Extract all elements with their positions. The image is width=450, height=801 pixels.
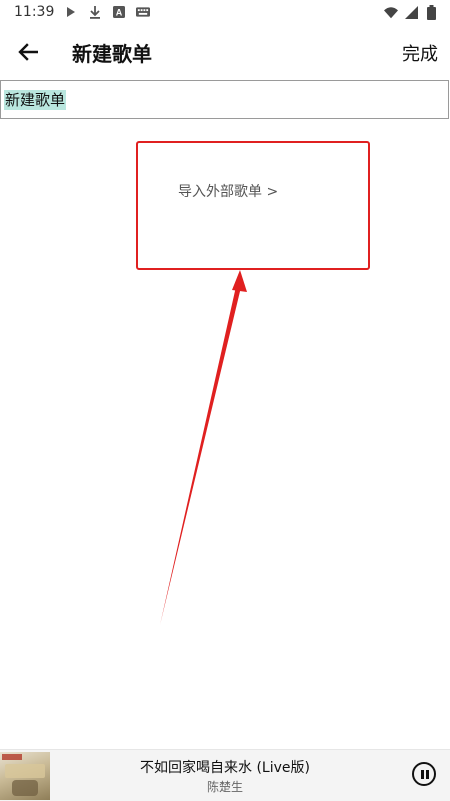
status-left-icons: A: [64, 5, 150, 19]
svg-text:A: A: [116, 8, 123, 18]
wifi-icon: [384, 5, 398, 19]
done-button[interactable]: 完成: [402, 40, 438, 66]
back-button[interactable]: [14, 38, 42, 66]
status-right-icons: [384, 4, 438, 20]
import-external-playlist-link[interactable]: 导入外部歌单 >: [178, 181, 278, 201]
app-bar: 新建歌单 完成: [0, 24, 450, 80]
status-bar: 11:39 A: [0, 0, 450, 24]
annotation-arrow-icon: [160, 270, 247, 625]
battery-icon: [424, 4, 438, 20]
signal-icon: [404, 5, 418, 19]
now-playing-bar[interactable]: 不如回家喝自来水 (Live版) 陈楚生: [0, 749, 450, 801]
status-time: 11:39: [14, 4, 55, 20]
now-playing-artist: 陈楚生: [206, 780, 243, 794]
now-playing-title: 不如回家喝自来水 (Live版): [140, 760, 310, 776]
page-title: 新建歌单: [72, 42, 152, 66]
arrow-left-icon: [18, 43, 38, 61]
playlist-name-value[interactable]: 新建歌单: [4, 90, 67, 110]
playlist-name-field[interactable]: 新建歌单: [0, 80, 449, 119]
pause-button[interactable]: [412, 762, 436, 786]
import-annotation-box: 导入外部歌单 >: [136, 141, 370, 270]
a-icon: A: [112, 5, 126, 19]
play-icon: [64, 5, 78, 19]
download-icon: [88, 5, 102, 19]
keyboard-icon: [136, 5, 150, 19]
pause-icon: [421, 770, 424, 779]
